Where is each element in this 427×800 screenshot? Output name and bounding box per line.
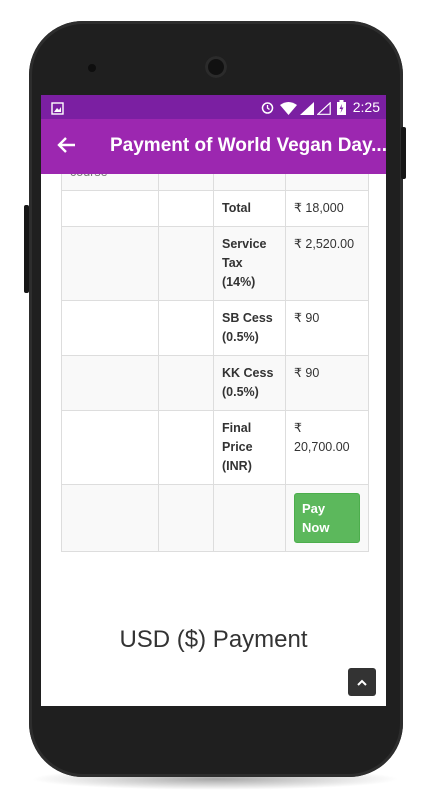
arrow-left-icon [57, 136, 75, 153]
row-value: ₹ 90 [285, 300, 369, 356]
table-row: Final Price (INR) ₹ 20,700.00 [61, 410, 369, 485]
signal-icon [300, 100, 314, 116]
side-button-left [24, 205, 29, 293]
table-cell [61, 226, 159, 301]
row-label: Service Tax (14%) [213, 226, 286, 301]
table-row: Service Tax (14%) ₹ 2,520.00 [61, 226, 369, 301]
partial-cell-text: course [70, 174, 108, 179]
table-cell [213, 484, 286, 552]
table-cell: course [61, 174, 159, 191]
table-row: SB Cess (0.5%) ₹ 90 [61, 300, 369, 356]
front-sensor [88, 64, 96, 72]
wifi-icon [280, 100, 297, 116]
image-notification-icon [51, 100, 64, 115]
row-value: ₹ 2,520.00 [285, 226, 369, 301]
table-cell [158, 300, 214, 356]
side-button-right [401, 127, 406, 179]
table-cell [285, 174, 369, 191]
row-value: ₹ 90 [285, 355, 369, 411]
row-label: KK Cess (0.5%) [213, 355, 286, 411]
app-bar: Payment of World Vegan Day... [41, 119, 386, 174]
row-label: SB Cess (0.5%) [213, 300, 286, 356]
table-cell [158, 355, 214, 411]
back-button[interactable] [57, 132, 77, 156]
table-row: course [61, 174, 369, 191]
table-cell [158, 174, 214, 191]
status-bar: 2:25 [41, 95, 386, 119]
table-cell [158, 226, 214, 301]
status-time: 2:25 [352, 99, 380, 115]
table-cell [61, 410, 159, 485]
table-cell [158, 410, 214, 485]
screen: 2:25 Payment of World Vegan Day... cours… [41, 95, 386, 706]
table-cell [158, 484, 214, 552]
table-cell [158, 190, 214, 227]
price-table: course Total ₹ 18,000 Service Tax (14%) … [61, 174, 369, 552]
table-cell [61, 300, 159, 356]
table-cell [61, 484, 159, 552]
row-label: Total [213, 190, 286, 227]
table-cell [61, 190, 159, 227]
pay-now-button[interactable]: Pay Now [294, 493, 360, 543]
table-row: Pay Now [61, 484, 369, 552]
row-value: ₹ 18,000 [285, 190, 369, 227]
signal-empty-icon [317, 100, 331, 115]
usd-payment-heading: USD ($) Payment [119, 626, 308, 653]
front-camera [205, 56, 227, 78]
table-cell: Pay Now [285, 484, 369, 552]
page-title: Payment of World Vegan Day... [110, 135, 386, 156]
table-row: KK Cess (0.5%) ₹ 90 [61, 355, 369, 411]
battery-icon [337, 99, 346, 116]
table-cell [213, 174, 286, 191]
scroll-to-top-button[interactable] [348, 668, 376, 696]
row-label: Final Price (INR) [213, 410, 286, 485]
table-row: Total ₹ 18,000 [61, 190, 369, 227]
chevron-up-icon [357, 679, 367, 687]
alarm-icon [260, 99, 275, 115]
row-value: ₹ 20,700.00 [285, 410, 369, 485]
table-cell [61, 355, 159, 411]
